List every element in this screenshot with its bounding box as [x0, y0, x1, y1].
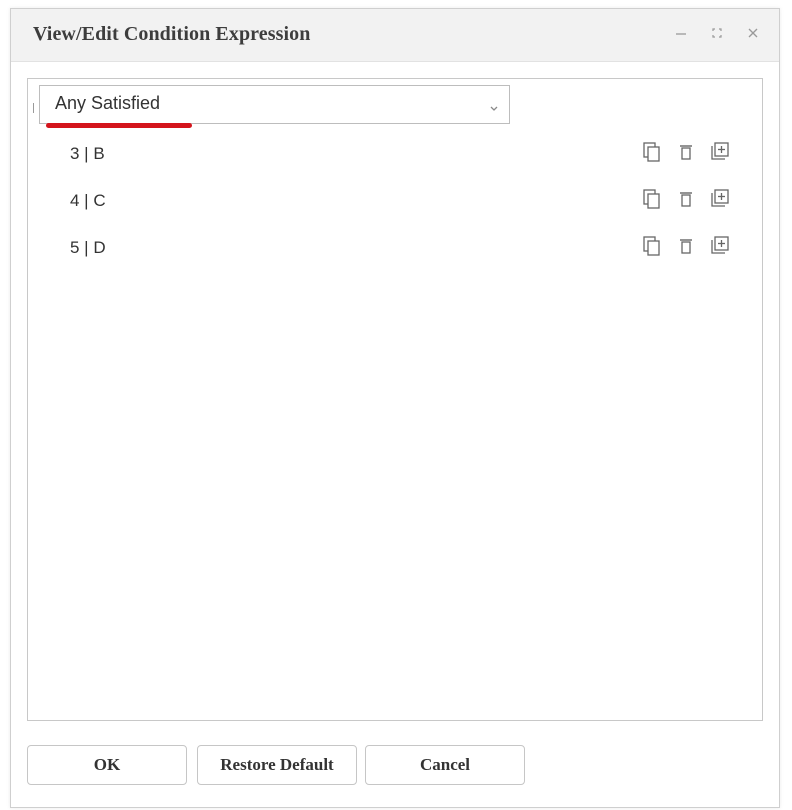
row-actions: [641, 140, 733, 166]
add-icon[interactable]: [709, 140, 731, 164]
condition-expression-dialog: View/Edit Condition Expression Any Satis…: [10, 8, 780, 808]
copy-icon[interactable]: [641, 140, 663, 164]
add-icon[interactable]: [709, 234, 731, 258]
restore-default-button[interactable]: Restore Default: [197, 745, 357, 785]
condition-row: 4 | C: [28, 181, 762, 221]
cancel-button[interactable]: Cancel: [365, 745, 525, 785]
select-edge-mark: [33, 103, 37, 113]
condition-panel: Any Satisfied 3 | B 4 | C 5 | D: [27, 78, 763, 721]
row-actions: [641, 187, 733, 213]
condition-label: 4 | C: [70, 191, 106, 210]
dialog-title: View/Edit Condition Expression: [33, 23, 311, 45]
copy-icon[interactable]: [641, 234, 663, 258]
delete-icon[interactable]: [675, 187, 697, 211]
red-underline-annotation: [46, 123, 192, 128]
maximize-icon[interactable]: [705, 21, 729, 45]
condition-row: 5 | D: [28, 228, 762, 268]
condition-mode-select[interactable]: Any Satisfied: [39, 85, 510, 124]
condition-mode-value: Any Satisfied: [55, 93, 161, 113]
delete-icon[interactable]: [675, 140, 697, 164]
condition-row: 3 | B: [28, 134, 762, 174]
ok-button[interactable]: OK: [27, 745, 187, 785]
condition-label: 5 | D: [70, 238, 106, 257]
close-icon[interactable]: [741, 21, 765, 45]
condition-label: 3 | B: [70, 144, 105, 163]
add-icon[interactable]: [709, 187, 731, 211]
copy-icon[interactable]: [641, 187, 663, 211]
row-actions: [641, 234, 733, 260]
delete-icon[interactable]: [675, 234, 697, 258]
dialog-titlebar: View/Edit Condition Expression: [11, 9, 779, 62]
chevron-down-icon: [489, 100, 499, 118]
minimize-icon[interactable]: [669, 21, 693, 45]
